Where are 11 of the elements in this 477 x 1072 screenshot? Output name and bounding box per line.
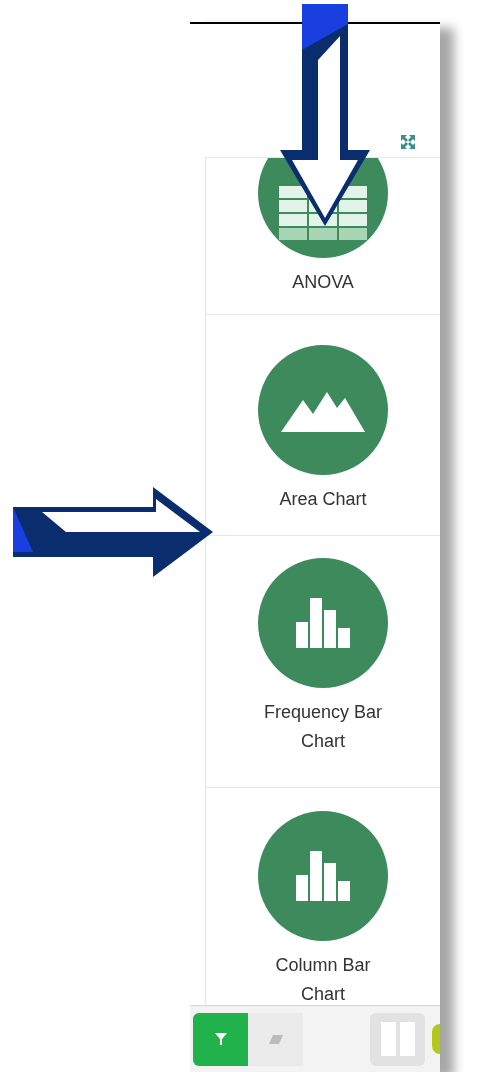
chart-type-label: Column Bar Chart: [274, 954, 372, 1005]
bar-chart-icon: [296, 598, 350, 648]
filter-icon: [214, 1033, 227, 1045]
expand-icon[interactable]: [400, 134, 416, 150]
filter-button[interactable]: [193, 1012, 248, 1066]
bar-chart-icon: [296, 851, 350, 901]
chart-type-label: ANOVA: [292, 271, 354, 294]
columns-icon: [380, 1022, 415, 1056]
chart-type-label: Area Chart: [279, 488, 367, 511]
eraser-icon: [268, 1034, 283, 1044]
chart-type-label: Frequency Bar Chart: [263, 701, 383, 753]
